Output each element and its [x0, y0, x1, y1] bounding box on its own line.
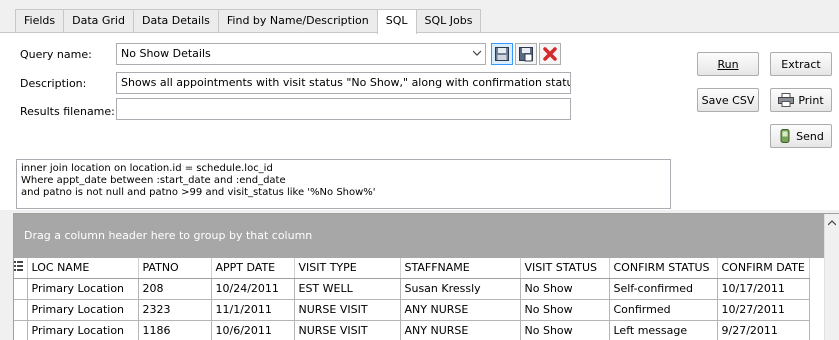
- column-chooser-icon: [14, 261, 23, 272]
- column-header-appt-date[interactable]: APPT DATE: [211, 258, 295, 279]
- cell-visit-type[interactable]: NURSE VISIT: [294, 320, 401, 340]
- print-button-label: Print: [798, 93, 824, 107]
- tab-sql-jobs[interactable]: SQL Jobs: [415, 9, 482, 33]
- cell-staffname[interactable]: ANY NURSE: [400, 299, 521, 321]
- cell-confirm-date[interactable]: 10/17/2011: [717, 278, 810, 300]
- tab-sql[interactable]: SQL: [376, 9, 417, 34]
- query-name-value: No Show Details: [121, 47, 211, 60]
- tab-row: Fields Data Grid Data Details Find by Na…: [15, 9, 482, 34]
- scroll-up-icon[interactable]: [828, 220, 836, 226]
- row-indicator[interactable]: [14, 320, 28, 340]
- cell-staffname[interactable]: Susan Kressly: [400, 278, 521, 300]
- cell-appt-date[interactable]: 10/24/2011: [211, 278, 295, 300]
- save-csv-button-label: Save CSV: [701, 93, 755, 107]
- cell-patno[interactable]: 1186: [138, 320, 212, 340]
- cell-appt-date[interactable]: 11/1/2011: [211, 299, 295, 321]
- table-row[interactable]: Primary Location 208 10/24/2011 EST WELL…: [14, 278, 810, 300]
- send-button[interactable]: Send: [770, 124, 832, 148]
- tab-fields[interactable]: Fields: [15, 9, 65, 33]
- cell-confirm-status[interactable]: Confirmed: [609, 299, 718, 321]
- save-as-icon: [519, 47, 533, 62]
- table-row[interactable]: Primary Location 2323 11/1/2011 NURSE VI…: [14, 299, 810, 321]
- cell-visit-status[interactable]: No Show: [520, 320, 610, 340]
- group-by-panel[interactable]: Drag a column header here to group by th…: [14, 214, 824, 258]
- column-header-confirm-date[interactable]: CONFIRM DATE: [717, 258, 810, 279]
- tab-find-by-name[interactable]: Find by Name/Description: [217, 9, 378, 33]
- printer-icon: [778, 93, 795, 107]
- description-value: Shows all appointments with visit status…: [121, 76, 571, 89]
- column-header-staffname[interactable]: STAFFNAME: [400, 258, 521, 279]
- cell-loc-name[interactable]: Primary Location: [27, 299, 139, 321]
- cell-patno[interactable]: 208: [138, 278, 212, 300]
- tab-data-details[interactable]: Data Details: [132, 9, 219, 33]
- send-button-label: Send: [796, 129, 824, 143]
- cell-staffname[interactable]: ANY NURSE: [400, 320, 521, 340]
- column-header-confirm-status[interactable]: CONFIRM STATUS: [609, 258, 718, 279]
- cell-visit-type[interactable]: EST WELL: [294, 278, 401, 300]
- chevron-down-icon: [473, 50, 481, 56]
- column-chooser[interactable]: [14, 258, 28, 279]
- cell-visit-status[interactable]: No Show: [520, 299, 610, 321]
- results-filename-input[interactable]: [116, 98, 571, 120]
- cell-visit-type[interactable]: NURSE VISIT: [294, 299, 401, 321]
- delete-query-button[interactable]: [539, 43, 561, 65]
- table-row[interactable]: Primary Location 1186 10/6/2011 NURSE VI…: [14, 320, 810, 340]
- sql-editor[interactable]: inner join location on location.id = sch…: [16, 159, 671, 209]
- query-name-select[interactable]: No Show Details: [116, 43, 486, 65]
- column-header-loc-name[interactable]: LOC NAME: [27, 258, 139, 279]
- run-button[interactable]: Run: [697, 52, 759, 76]
- save-as-query-button[interactable]: [515, 43, 537, 65]
- save-icon: [495, 47, 509, 61]
- description-label: Description:: [20, 77, 87, 90]
- cell-loc-name[interactable]: Primary Location: [27, 320, 139, 340]
- query-name-label: Query name:: [20, 48, 92, 61]
- cell-visit-status[interactable]: No Show: [520, 278, 610, 300]
- cell-confirm-status[interactable]: Self-confirmed: [609, 278, 718, 300]
- delete-icon: [543, 47, 557, 61]
- cell-appt-date[interactable]: 10/6/2011: [211, 320, 295, 340]
- cell-loc-name[interactable]: Primary Location: [27, 278, 139, 300]
- cell-confirm-status[interactable]: Left message: [609, 320, 718, 340]
- column-header-visit-status[interactable]: VISIT STATUS: [520, 258, 610, 279]
- column-header-patno[interactable]: PATNO: [138, 258, 212, 279]
- table-header-row: LOC NAME PATNO APPT DATE VISIT TYPE STAF…: [14, 258, 810, 279]
- save-query-button[interactable]: [491, 43, 513, 65]
- tab-bar: Fields Data Grid Data Details Find by Na…: [0, 0, 839, 34]
- results-grid: Drag a column header here to group by th…: [13, 213, 839, 340]
- results-filename-label: Results filename:: [20, 105, 115, 118]
- cell-patno[interactable]: 2323: [138, 299, 212, 321]
- tab-data-grid[interactable]: Data Grid: [63, 9, 134, 33]
- extract-button[interactable]: Extract: [770, 52, 832, 76]
- description-input[interactable]: Shows all appointments with visit status…: [116, 72, 571, 94]
- cell-confirm-date[interactable]: 10/27/2011: [717, 299, 810, 321]
- row-indicator[interactable]: [14, 278, 28, 300]
- sql-panel: Query name: No Show Details Description:…: [0, 33, 839, 210]
- send-icon: [780, 129, 790, 143]
- results-table: LOC NAME PATNO APPT DATE VISIT TYPE STAF…: [14, 258, 810, 340]
- save-csv-button[interactable]: Save CSV: [697, 88, 759, 112]
- group-by-hint: Drag a column header here to group by th…: [24, 229, 313, 242]
- print-button[interactable]: Print: [770, 88, 832, 112]
- row-indicator[interactable]: [14, 299, 28, 321]
- vertical-scrollbar[interactable]: [824, 214, 839, 340]
- extract-button-label: Extract: [781, 57, 821, 71]
- run-button-label: Run: [717, 57, 739, 71]
- column-header-visit-type[interactable]: VISIT TYPE: [294, 258, 401, 279]
- cell-confirm-date[interactable]: 9/27/2011: [717, 320, 810, 340]
